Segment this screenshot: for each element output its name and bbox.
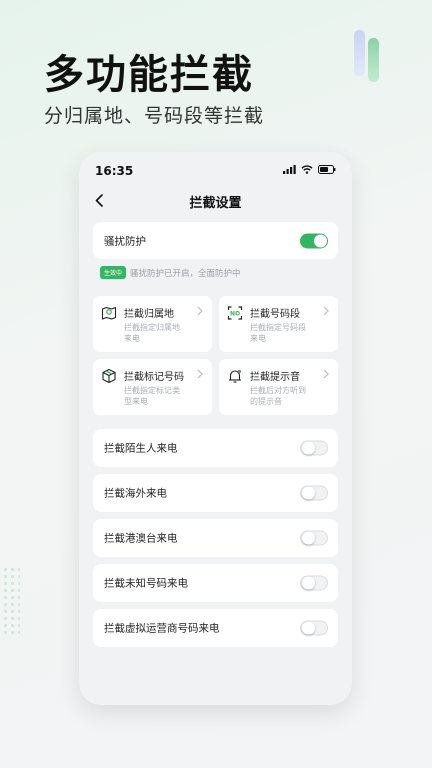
decor-bars-icon [354, 30, 379, 82]
number-scan-icon: NO [227, 306, 243, 320]
bell-icon [229, 369, 242, 383]
tile-desc: 拦截指定归属地来电 [124, 323, 180, 343]
chevron-right-icon [323, 369, 329, 379]
toggle-label: 拦截虚拟运营商号码来电 [104, 622, 220, 635]
tile-title: 拦截标记号码 [124, 372, 184, 383]
toggle-row-strangers: 拦截陌生人来电 [93, 429, 338, 467]
tile-title: 拦截归属地 [124, 309, 174, 320]
wifi-icon [301, 165, 313, 174]
map-pin-icon [101, 306, 117, 320]
signal-icon [283, 165, 296, 174]
toggle-switch[interactable] [300, 530, 328, 546]
toggle-label: 拦截港澳台来电 [104, 532, 178, 545]
promo-subline: 分归属地、号码段等拦截 [44, 105, 265, 127]
tile-desc: 拦截后对方听到的提示音 [250, 386, 306, 406]
tile-title: 拦截号码段 [250, 309, 300, 320]
tile-desc: 拦截指定号码段来电 [250, 323, 306, 343]
toggle-switch[interactable] [300, 485, 328, 501]
toggle-row-unknown: 拦截未知号码来电 [93, 564, 338, 602]
nav-bar: 拦截设置 [79, 188, 352, 218]
svg-text:NO: NO [230, 311, 240, 318]
battery-icon [318, 165, 336, 174]
toggle-row-virtual-operator: 拦截虚拟运营商号码来电 [93, 609, 338, 647]
decor-dots [2, 566, 20, 636]
chevron-right-icon [323, 306, 329, 316]
protection-label: 骚扰防护 [104, 235, 146, 247]
page-title: 拦截设置 [189, 196, 242, 211]
protection-toggle[interactable] [300, 233, 328, 248]
toggle-row-overseas: 拦截海外来电 [93, 474, 338, 512]
tile-location-block[interactable]: 拦截归属地 拦截指定归属地来电 [93, 296, 212, 352]
box-tag-icon [102, 368, 116, 384]
status-time: 16:35 [95, 164, 134, 178]
toggle-switch[interactable] [300, 575, 328, 591]
status-bar: 16:35 [79, 152, 352, 188]
toggle-label: 拦截海外来电 [104, 487, 167, 500]
status-badge: 生效中 [100, 266, 127, 279]
tile-desc: 拦截指定标记类型来电 [124, 386, 180, 406]
toggle-row-hk-macao-taiwan: 拦截港澳台来电 [93, 519, 338, 557]
tile-tagged-number-block[interactable]: 拦截标记号码 拦截指定标记类型来电 [93, 359, 212, 415]
toggle-switch[interactable] [300, 620, 328, 636]
toggle-label: 拦截未知号码来电 [104, 577, 188, 590]
chevron-right-icon [197, 369, 203, 379]
tile-title: 拦截提示音 [250, 372, 300, 383]
tile-number-range-block[interactable]: NO 拦截号码段 拦截指定号码段来电 [219, 296, 338, 352]
toggle-label: 拦截陌生人来电 [104, 442, 178, 455]
protection-note: 骚扰防护已开启，全面防护中 [130, 268, 241, 279]
chevron-right-icon [197, 306, 203, 316]
phone-mockup: 16:35 拦截设置 骚扰防护 生效中 骚扰防护已开启，全面防护中 拦截归属地 … [79, 152, 352, 705]
protection-status: 生效中 骚扰防护已开启，全面防护中 [100, 266, 241, 279]
promo-headline: 多功能拦截 [44, 52, 254, 98]
toggle-switch[interactable] [300, 440, 328, 456]
protection-row: 骚扰防护 [93, 222, 338, 259]
tile-prompt-tone[interactable]: 拦截提示音 拦截后对方听到的提示音 [219, 359, 338, 415]
